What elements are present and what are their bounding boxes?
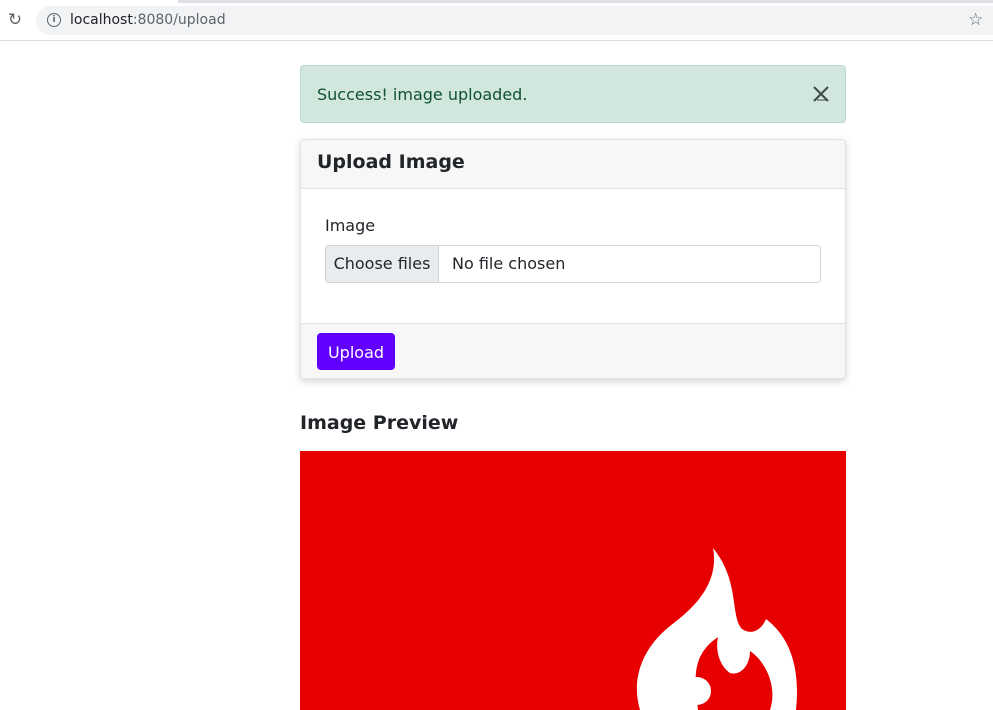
card-footer: Upload [301,323,845,378]
choose-files-button[interactable]: Choose files [326,246,439,282]
url-text[interactable]: localhost:8080/upload [70,12,226,29]
preview-heading: Image Preview [300,412,459,434]
card-header: Upload Image [301,140,845,189]
file-status: No file chosen [452,254,566,273]
star-icon[interactable]: ☆ [968,10,983,30]
upload-button[interactable]: Upload [317,333,395,370]
codeigniter-flame-logo [300,451,846,710]
image-file-input[interactable]: Choose files No file chosen [325,245,821,283]
address-bar[interactable]: i localhost:8080/upload ☆ [36,6,993,35]
browser-toolbar: ↻ i localhost:8080/upload ☆ [0,0,993,41]
tab-strip [178,0,993,3]
success-alert: Success! image uploaded. [300,65,846,123]
close-icon[interactable] [810,83,832,105]
card-title: Upload Image [317,151,465,173]
url-path: :8080/upload [132,12,226,28]
upload-card: Upload Image Image Choose files No file … [300,139,846,379]
url-host: localhost [70,12,133,28]
reload-icon[interactable]: ↻ [6,11,24,29]
preview-image [300,451,846,710]
image-field-label: Image [325,216,376,235]
alert-message: Success! image uploaded. [317,85,528,104]
info-icon[interactable]: i [47,13,61,27]
